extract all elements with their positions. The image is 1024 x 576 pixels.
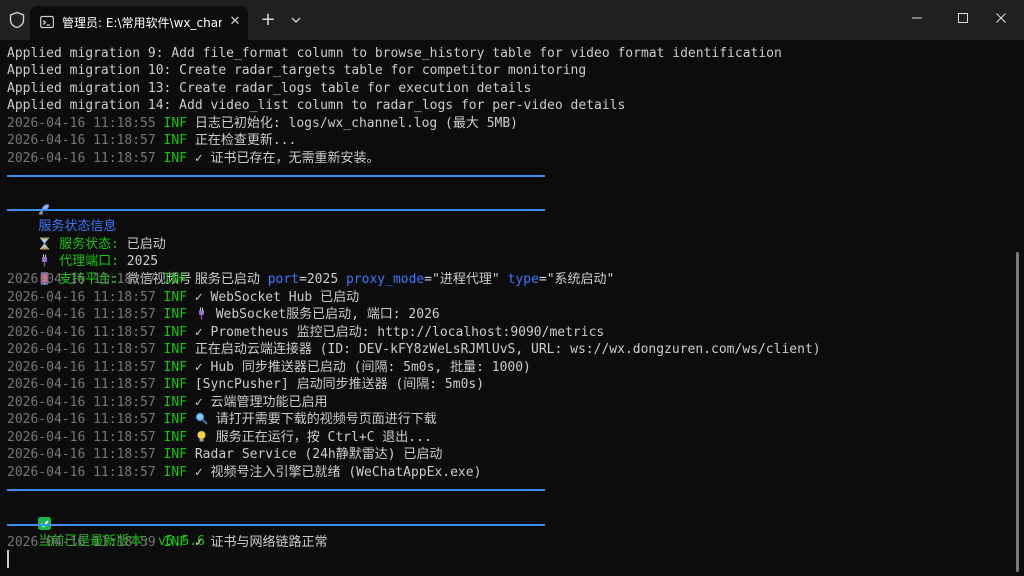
close-window-button[interactable] — [978, 0, 1024, 36]
divider — [7, 524, 545, 526]
status-row: 服务状态: 已启动 — [7, 219, 166, 252]
minimize-button[interactable] — [894, 0, 940, 36]
terminal-output[interactable]: Applied migration 9: Add file_format col… — [0, 40, 1012, 576]
log-line: 2026-04-16 11:18:57 INF 服务已启动 port=2025 … — [7, 272, 615, 287]
new-tab-button[interactable]: + — [258, 10, 278, 30]
log-line: Applied migration 9: Add file_format col… — [7, 46, 782, 61]
log-line: Applied migration 13: Create radar_logs … — [7, 81, 532, 96]
title-bar: 管理员: E:\常用软件\wx_chann ✕ + — [0, 0, 1024, 40]
status-row: 支持平台: 微信视频号 — [7, 254, 192, 287]
log-line: 2026-04-16 11:18:57 INF 正在检查更新... — [7, 133, 297, 148]
tab-title: 管理员: E:\常用软件\wx_chann — [62, 16, 222, 30]
service-header: 服务状态信息 — [7, 184, 116, 234]
scrollbar[interactable] — [1016, 252, 1019, 572]
log-line: 2026-04-16 11:18:57 INF Radar Service (2… — [7, 447, 443, 462]
log-line: Applied migration 14: Add video_list col… — [7, 98, 626, 113]
log-line: 2026-04-16 11:18:57 INF ✓ 云端管理功能已启用 — [7, 395, 328, 410]
chevron-down-icon[interactable] — [286, 10, 306, 30]
version-line: 当前已是最新版本: v5.5.6 — [7, 499, 205, 549]
admin-shield-icon — [9, 11, 25, 29]
maximize-icon — [958, 13, 968, 23]
log-line: 2026-04-16 11:18:57 INF WebSocket服务已启动, … — [7, 307, 440, 322]
log-line: 2026-04-16 11:18:59 INF ✓ 证书与网络链路正常 — [7, 535, 328, 550]
divider — [7, 175, 545, 177]
magnifier-icon — [195, 412, 208, 425]
log-line: 2026-04-16 11:18:55 INF 日志已初始化: logs/wx_… — [7, 116, 519, 131]
log-line: 2026-04-16 11:18:57 INF 服务正在运行，按 Ctrl+C … — [7, 430, 432, 445]
log-line: 2026-04-16 11:18:57 INF ✓ WebSocket Hub … — [7, 290, 360, 305]
status-row: 代理端口: 2025 — [7, 236, 158, 269]
log-line: 2026-04-16 11:18:57 INF ✓ Prometheus 监控已… — [7, 325, 605, 340]
close-icon — [996, 13, 1006, 23]
terminal-tab[interactable]: 管理员: E:\常用软件\wx_chann ✕ — [30, 6, 248, 40]
log-line: 2026-04-16 11:18:57 INF [SyncPusher] 启动同… — [7, 377, 485, 392]
divider — [7, 489, 545, 491]
log-line: 2026-04-16 11:18:57 INF 正在启动云端连接器 (ID: D… — [7, 342, 821, 357]
log-line: 2026-04-16 11:18:57 INF ✓ Hub 同步推送器已启动 (… — [7, 360, 531, 375]
log-line: 2026-04-16 11:18:57 INF ✓ 证书已存在，无需重新安装。 — [7, 151, 380, 166]
plug-icon — [198, 307, 204, 320]
tab-close-button[interactable]: ✕ — [226, 13, 244, 31]
minimize-icon — [912, 17, 922, 19]
light-bulb-icon — [197, 431, 206, 442]
log-line: Applied migration 10: Create radar_targe… — [7, 63, 587, 78]
terminal-icon — [40, 15, 54, 29]
log-line: 2026-04-16 11:18:57 INF 请打开需要下载的视频号页面进行下… — [7, 412, 437, 427]
text-cursor — [7, 550, 9, 568]
divider — [7, 209, 545, 211]
log-line: 2026-04-16 11:18:57 INF ✓ 视频号注入引擎已就绪 (We… — [7, 465, 482, 480]
